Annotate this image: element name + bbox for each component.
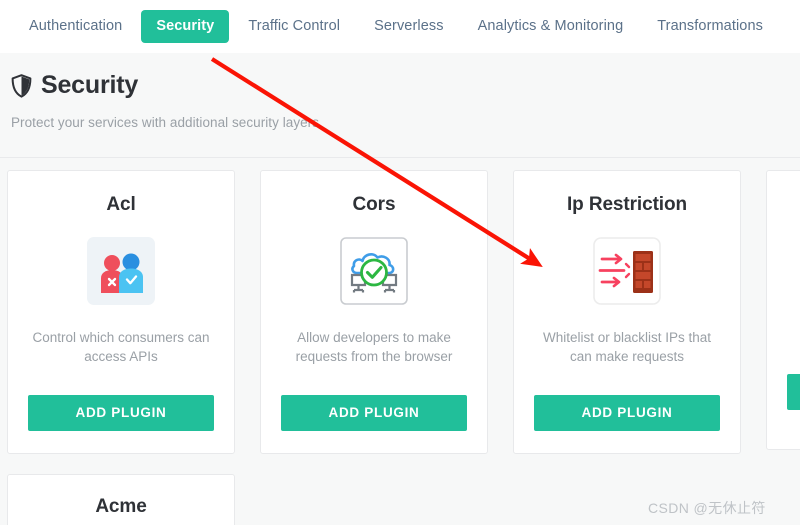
plugins-page: Authentication Security Traffic Control …	[0, 0, 800, 525]
page-subtitle: Protect your services with additional se…	[11, 115, 320, 130]
tab-traffic-control[interactable]: Traffic Control	[233, 10, 355, 44]
plugin-card-title: Ip Restriction	[566, 194, 687, 215]
plugin-card-partial[interactable]: D	[766, 170, 800, 450]
page-title: Security	[41, 71, 139, 99]
plugin-card-title: Acl	[106, 194, 136, 215]
csdn-watermark: CSDN @无休止符	[648, 500, 766, 516]
plugin-card-acme[interactable]: Acme	[7, 474, 235, 525]
tab-authentication[interactable]: Authentication	[14, 10, 137, 44]
cors-cloud-check-icon	[338, 235, 410, 307]
tab-security[interactable]: Security	[141, 9, 230, 44]
plugin-category-tabs[interactable]: Authentication Security Traffic Control …	[0, 0, 800, 53]
plugin-card-acl[interactable]: Acl Control which consumers can access A…	[7, 170, 235, 454]
tab-transformations[interactable]: Transformations	[642, 10, 778, 44]
plugin-card-title: Cors	[352, 194, 396, 215]
plugin-card-title: Acme	[95, 496, 147, 517]
plugin-card-description: Whitelist or blacklist IPs that can make…	[542, 329, 712, 365]
add-plugin-button-cors[interactable]: ADD PLUGIN	[281, 394, 467, 431]
plugin-card-ip-restriction[interactable]: Ip Restriction Whitelist or blacklist IP…	[513, 170, 741, 454]
plugin-card-description: Control which consumers can access APIs	[32, 329, 210, 365]
add-plugin-button-partial[interactable]	[787, 374, 800, 410]
shield-icon	[11, 73, 32, 98]
plugin-card-grid: Acl Control which consumers can access A…	[0, 170, 800, 454]
plugin-card-description: Allow developers to make requests from t…	[295, 329, 453, 365]
ip-restriction-firewall-icon	[591, 235, 663, 307]
tab-overflow-edge	[782, 26, 788, 27]
page-header: Security Protect your services with addi…	[0, 53, 800, 158]
title-row: Security	[11, 73, 800, 98]
acl-users-icon	[85, 235, 157, 307]
add-plugin-button-ip-restriction[interactable]: ADD PLUGIN	[534, 394, 720, 431]
tab-serverless[interactable]: Serverless	[359, 10, 459, 44]
add-plugin-button-acl[interactable]: ADD PLUGIN	[28, 394, 214, 431]
plugin-card-cors[interactable]: Cors Allow developers to make requests f…	[260, 170, 488, 454]
tab-analytics-monitoring[interactable]: Analytics & Monitoring	[463, 10, 639, 44]
header-divider	[0, 157, 800, 158]
